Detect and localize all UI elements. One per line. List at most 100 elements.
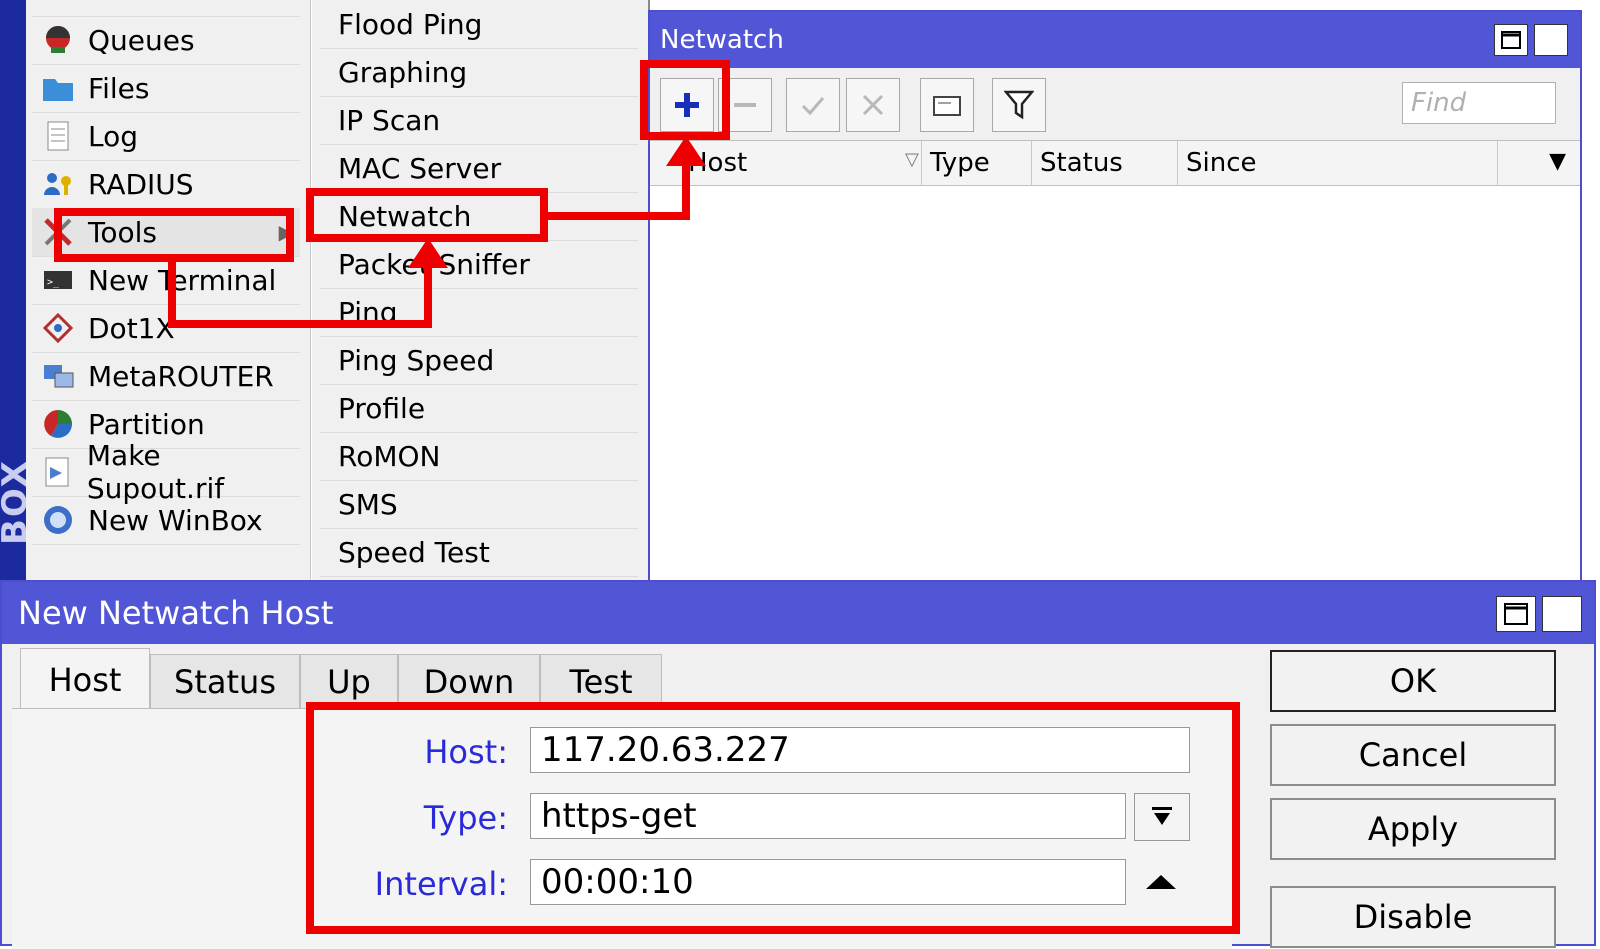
close-icon: ✕ (1551, 600, 1573, 628)
submenu-item-ping[interactable]: Ping (320, 288, 638, 337)
dialog-titlebar[interactable]: New Netwatch Host ✕ (2, 582, 1594, 644)
submenu-item-graphing[interactable]: Graphing (320, 48, 638, 97)
filter-button[interactable] (992, 78, 1046, 132)
ok-button[interactable]: OK (1270, 650, 1556, 712)
menu-item-label: RADIUS (88, 167, 194, 201)
submenu-item-romon[interactable]: RoMON (320, 432, 638, 481)
annotation-arrow-line (682, 160, 690, 220)
host-field-label: Host: (424, 733, 508, 771)
menu-item-metarouter[interactable]: MetaROUTER (32, 352, 300, 401)
maximize-icon (1501, 31, 1521, 49)
menu-item-tools[interactable]: Tools ▶ (32, 208, 300, 257)
new-netwatch-host-dialog: New Netwatch Host ✕ Host Status Up Down … (0, 580, 1596, 949)
comment-icon (933, 96, 961, 116)
comment-button[interactable] (920, 78, 974, 132)
submenu-item-ping-speed[interactable]: Ping Speed (320, 336, 638, 385)
host-tab-panel: Host: 117.20.63.227 Type: https-get Inte… (12, 708, 1232, 949)
interval-input[interactable]: 00:00:10 (530, 859, 1126, 905)
menu-item-system-partial (32, 0, 300, 17)
close-button[interactable]: ✕ (1542, 596, 1582, 632)
tab-test[interactable]: Test (540, 654, 662, 710)
log-icon (40, 118, 76, 154)
column-header-status[interactable]: Status (1032, 141, 1178, 185)
menu-item-queues[interactable]: Queues (32, 16, 300, 65)
menu-item-new-winbox[interactable]: New WinBox (32, 496, 300, 545)
submenu-item-label: Speed Test (338, 535, 490, 569)
dropdown-arrow-icon (1152, 807, 1172, 825)
type-field-label: Type: (423, 799, 508, 837)
close-button[interactable]: ✕ (1534, 24, 1568, 56)
menu-item-label: Tools (88, 215, 157, 249)
submenu-item-packet-sniffer[interactable]: Packet Sniffer (320, 240, 638, 289)
netwatch-toolbar: Find (650, 68, 1580, 141)
submenu-item-label: SMS (338, 487, 398, 521)
interval-field-label: Interval: (374, 865, 508, 903)
submenu-item-label: Profile (338, 391, 426, 425)
cancel-button[interactable]: Cancel (1270, 724, 1556, 786)
add-button[interactable] (660, 78, 714, 132)
disable-button[interactable]: Disable (1270, 886, 1556, 948)
submenu-item-label: Ping Speed (338, 343, 495, 377)
netwatch-table-header: Host Type Status Since ▽ ▼ (650, 141, 1580, 186)
column-header-since[interactable]: Since (1178, 141, 1498, 185)
submenu-item-label: Netwatch (338, 199, 472, 233)
menu-item-make-supout[interactable]: Make Supout.rif (32, 439, 300, 505)
submenu-item-flood-ping[interactable]: Flood Ping (320, 0, 638, 49)
annotation-arrow-line (168, 320, 432, 328)
submenu-item-profile[interactable]: Profile (320, 384, 638, 433)
submenu-item-label: RoMON (338, 439, 441, 473)
submenu-item-speed-test[interactable]: Speed Test (320, 528, 638, 577)
column-header-type[interactable]: Type (922, 141, 1032, 185)
netwatch-titlebar[interactable]: Netwatch ✕ (650, 12, 1580, 68)
menu-item-label: Dot1X (88, 311, 175, 345)
host-input[interactable]: 117.20.63.227 (530, 727, 1190, 773)
netwatch-table-body[interactable] (650, 186, 1550, 592)
tools-icon (40, 214, 76, 250)
plus-icon (675, 93, 699, 117)
check-icon (801, 97, 825, 116)
menu-item-label: New Terminal (88, 263, 277, 297)
tab-host[interactable]: Host (20, 648, 150, 711)
menu-item-log[interactable]: Log (32, 112, 300, 161)
winbox-icon (40, 502, 76, 538)
submenu-item-label: IP Scan (338, 103, 441, 137)
interval-expand-button[interactable] (1134, 859, 1188, 905)
type-dropdown-button[interactable] (1134, 793, 1190, 841)
menu-item-radius[interactable]: RADIUS (32, 160, 300, 209)
disable-button[interactable] (846, 78, 900, 132)
dot1x-icon (40, 310, 76, 346)
submenu-item-mac-server[interactable]: MAC Server (320, 144, 638, 193)
winbox-brand-strip: BOX (0, 0, 35, 590)
submenu-arrow-icon: ▶ (278, 220, 294, 244)
column-menu-icon[interactable]: ▼ (1549, 149, 1566, 174)
enable-button[interactable] (786, 78, 840, 132)
filter-icon (1004, 90, 1034, 120)
submenu-item-sms[interactable]: SMS (320, 480, 638, 529)
sort-icon: ▽ (905, 149, 919, 170)
annotation-arrow-line (424, 262, 432, 328)
apply-button[interactable]: Apply (1270, 798, 1556, 860)
annotation-arrowhead-icon (408, 238, 448, 268)
menu-item-label: Files (88, 71, 150, 105)
menu-item-new-terminal[interactable]: >_ New Terminal (32, 256, 300, 305)
maximize-button[interactable] (1494, 24, 1528, 56)
tab-up[interactable]: Up (300, 654, 398, 710)
supout-icon (40, 454, 75, 490)
maximize-button[interactable] (1496, 596, 1536, 632)
submenu-item-label: Flood Ping (338, 7, 483, 41)
find-input[interactable]: Find (1402, 82, 1556, 124)
submenu-item-ip-scan[interactable]: IP Scan (320, 96, 638, 145)
queues-icon (40, 22, 76, 58)
metarouter-icon (40, 358, 76, 394)
menu-item-dot1x[interactable]: Dot1X (32, 304, 300, 353)
menu-item-label: Log (88, 119, 139, 153)
radius-icon (40, 166, 76, 202)
maximize-icon (1504, 603, 1528, 625)
menu-item-label: New WinBox (88, 503, 263, 537)
tab-down[interactable]: Down (398, 654, 540, 710)
cross-icon (862, 94, 884, 116)
type-select[interactable]: https-get (530, 793, 1126, 839)
remove-button[interactable] (718, 78, 772, 132)
tab-status[interactable]: Status (150, 654, 300, 710)
menu-item-files[interactable]: Files (32, 64, 300, 113)
